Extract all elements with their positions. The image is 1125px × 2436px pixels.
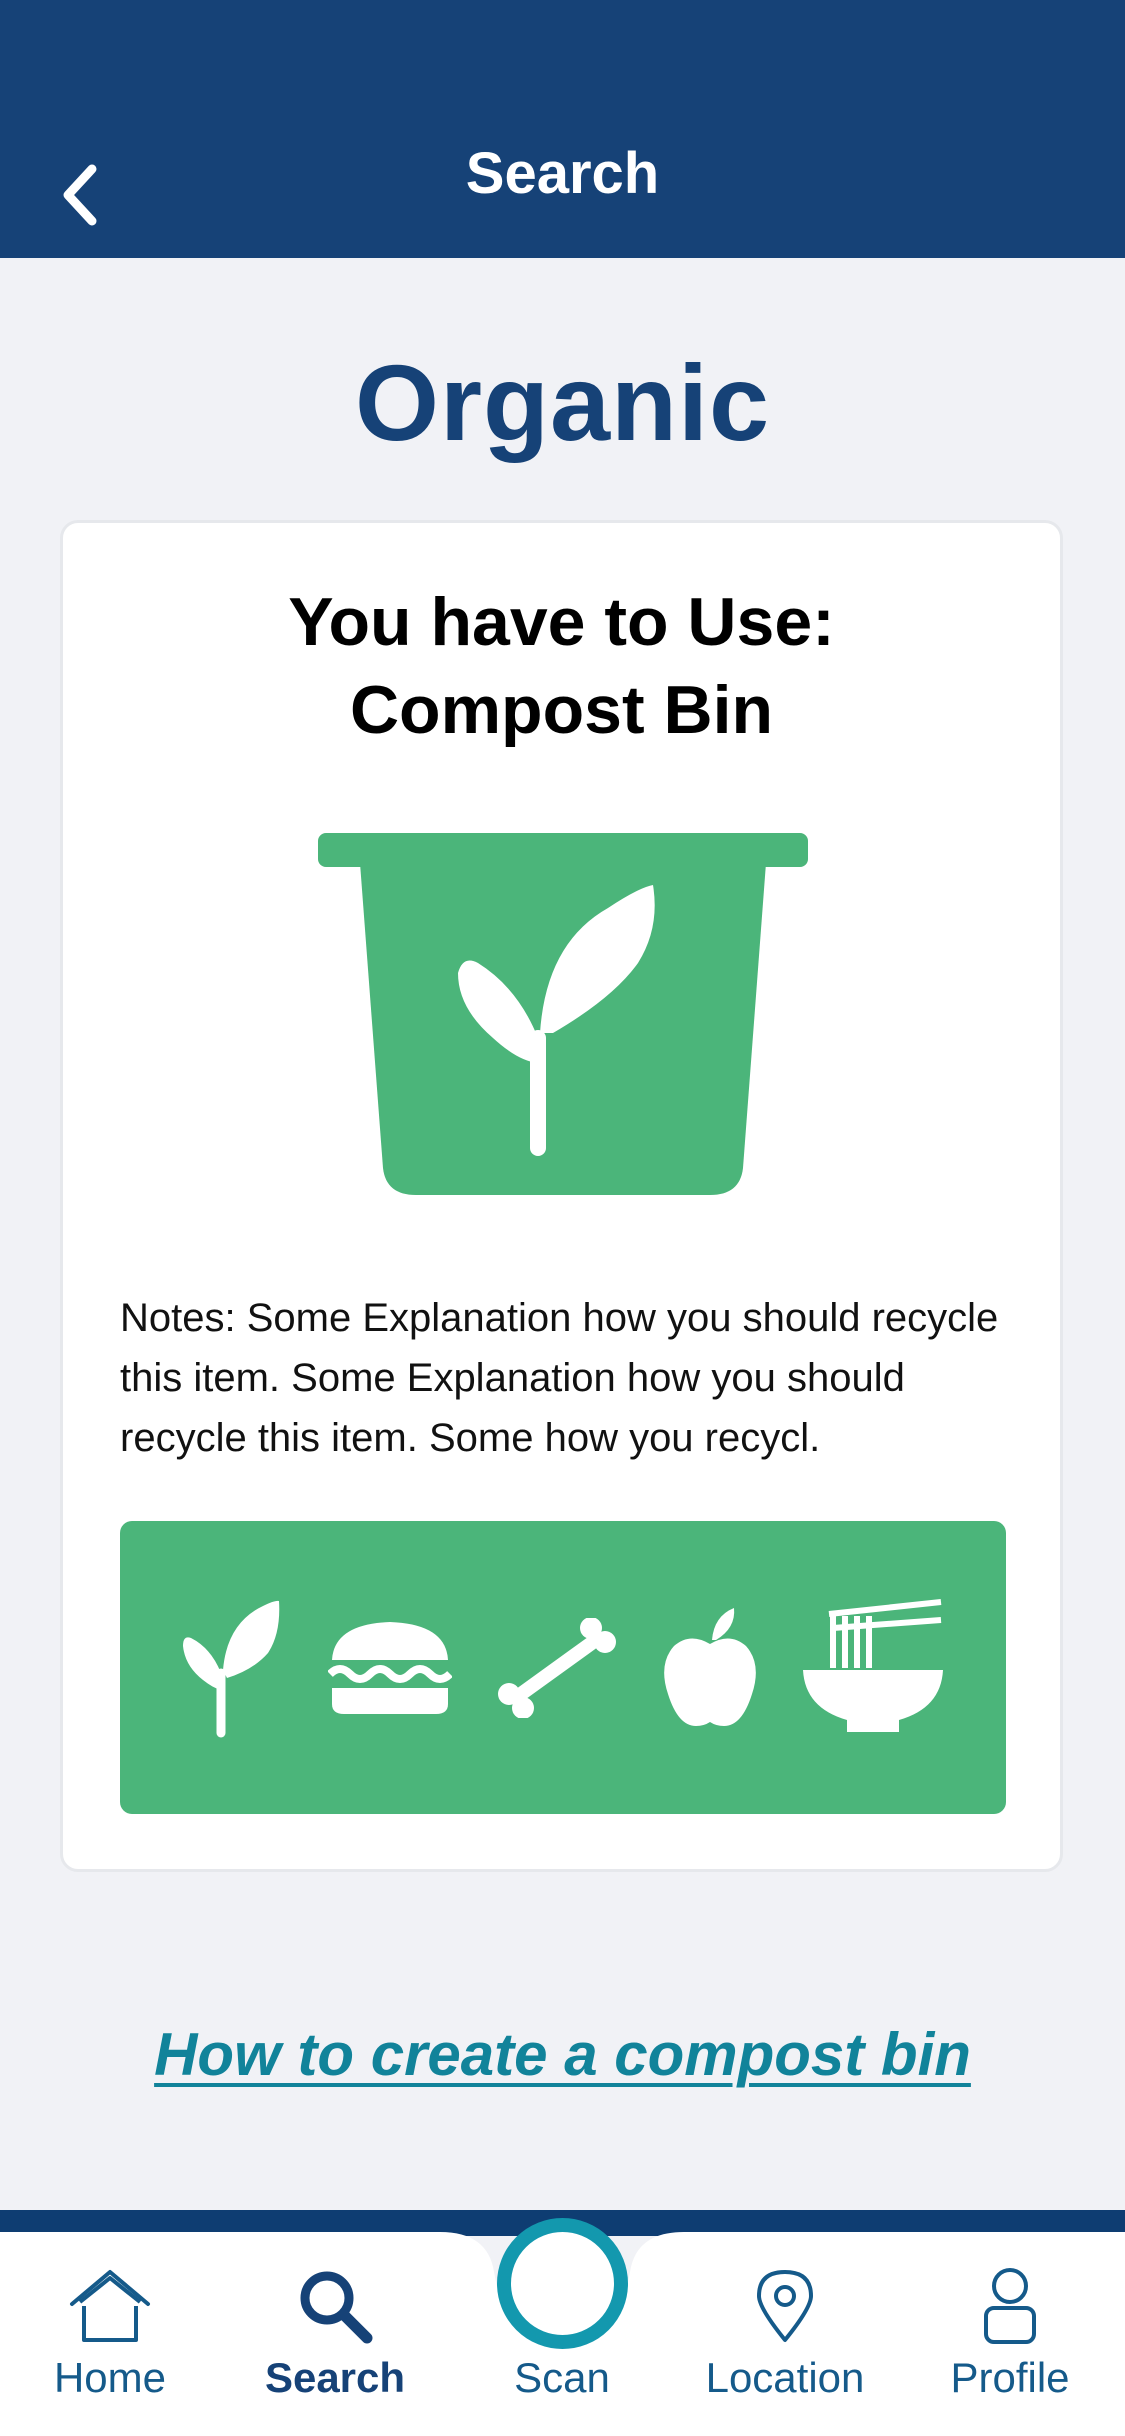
card-heading: You have to Use: Compost Bin [63,578,1060,754]
tab-profile-label: Profile [950,2354,1070,2401]
tab-search-label: Search [264,2354,406,2401]
header-title: Search [465,141,660,206]
tab-profile[interactable]: Profile [935,2232,1085,2436]
tab-search[interactable]: Search [255,2232,415,2436]
compost-bin-icon [318,833,808,1195]
home-icon [70,2270,150,2342]
disposal-card: You have to Use: Compost Bin Notes: Some… [60,520,1063,1872]
accepted-items-panel [120,1521,1006,1814]
tab-home-label: Home [53,2354,167,2401]
compost-bin-guide-link[interactable]: How to create a compost bin [0,2020,1125,2089]
apple-icon [662,1606,758,1730]
bone-icon [497,1617,617,1718]
tab-scan-label: Scan [514,2354,610,2401]
tab-home[interactable]: Home [30,2232,190,2436]
tab-location[interactable]: Location [690,2232,880,2436]
tab-location-label: Location [705,2354,865,2401]
page-title: Organic [354,342,771,463]
profile-icon [984,2268,1036,2344]
card-heading-line1: You have to Use: [288,584,835,660]
noodle-bowl-icon [803,1598,944,1738]
scan-button[interactable] [497,2218,628,2349]
location-pin-icon [757,2270,813,2342]
sprout-icon [182,1598,283,1738]
top-nav-bar: Search [0,0,1125,258]
burger-icon [327,1618,452,1718]
notes-text: Notes: Some Explanation how you should r… [120,1296,999,1460]
card-heading-line2: Compost Bin [349,672,774,748]
search-icon [300,2271,373,2344]
